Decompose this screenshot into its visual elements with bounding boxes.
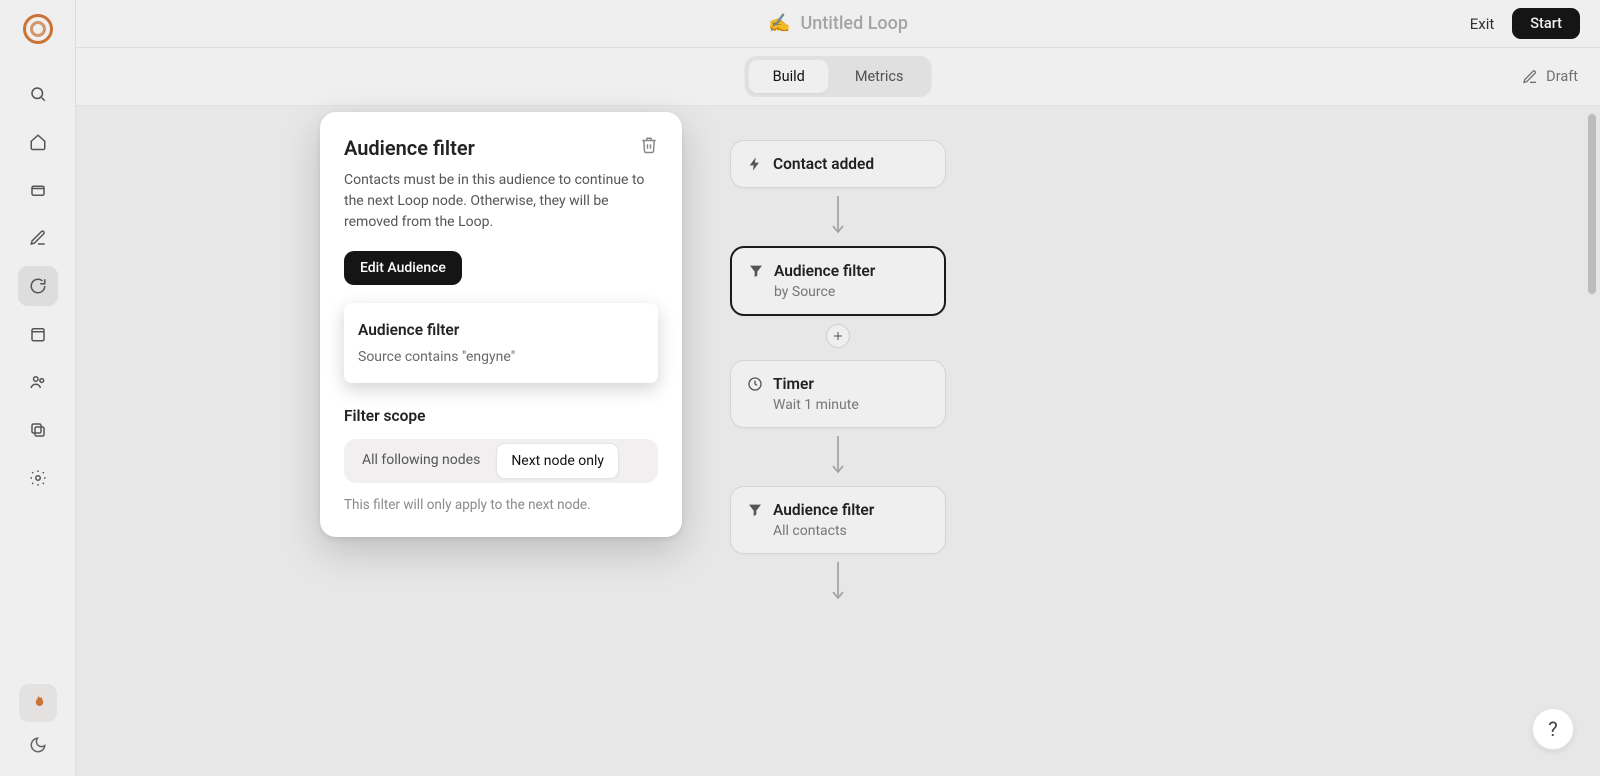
status-label: Draft [1546,68,1578,85]
status-indicator: Draft [1522,68,1578,85]
start-button[interactable]: Start [1512,8,1580,39]
page-title-wrap[interactable]: ✍️ Untitled Loop [768,13,908,34]
node-audience-filter-all[interactable]: Audience filter All contacts [730,486,946,554]
node-subtitle: Wait 1 minute [773,397,929,413]
search-icon [29,85,47,103]
delete-node-button[interactable] [640,136,658,158]
panel-title: Audience filter [344,136,475,160]
title-emoji: ✍️ [768,13,790,34]
node-subtitle: by Source [774,284,928,300]
nav-loops[interactable] [18,266,58,306]
copy-icon [29,421,47,439]
node-title: Audience filter [774,262,875,280]
calendar-icon [29,325,47,343]
filter-scope-hint: This filter will only apply to the next … [344,497,658,513]
audience-summary-card[interactable]: Audience filter Source contains "engyne" [344,303,658,383]
people-icon [29,373,47,391]
help-icon: ? [1548,717,1557,741]
flow-arrow [831,428,845,486]
trash-icon [640,136,658,154]
plus-icon [832,330,844,342]
sidebar [0,0,76,776]
moon-icon [29,736,47,754]
node-audience-filter-source[interactable]: Audience filter by Source [730,246,946,316]
nav-search[interactable] [18,74,58,114]
nav-copy[interactable] [18,410,58,450]
sub-header: Build Metrics Draft [76,48,1600,106]
filter-icon [747,502,763,518]
canvas-scrollbar[interactable] [1588,114,1596,768]
flow-arrow [831,188,845,246]
theme-toggle[interactable] [29,736,47,758]
node-settings-panel: Audience filter Contacts must be in this… [320,112,682,537]
nav-calendar[interactable] [18,314,58,354]
node-timer[interactable]: Timer Wait 1 minute [730,360,946,428]
nav-trending[interactable] [19,684,57,722]
panel-description: Contacts must be in this audience to con… [344,170,658,233]
page-title: Untitled Loop [800,13,907,34]
audience-summary-rule: Source contains "engyne" [358,349,644,365]
node-subtitle: All contacts [773,523,929,539]
node-title: Contact added [773,155,874,173]
add-node-button[interactable] [826,324,850,348]
nav-compose[interactable] [18,218,58,258]
scrollbar-thumb[interactable] [1588,114,1596,294]
canvas[interactable]: Contact added Audience filter by Source [76,106,1600,776]
node-contact-added[interactable]: Contact added [730,140,946,188]
audience-summary-title: Audience filter [358,321,644,339]
top-header: ✍️ Untitled Loop Exit Start [76,0,1600,48]
box-icon [29,181,47,199]
flow-column: Contact added Audience filter by Source [724,140,952,612]
refresh-icon [29,277,47,295]
tab-metrics[interactable]: Metrics [831,60,928,93]
tab-group: Build Metrics [745,56,932,97]
filter-scope-segmented: All following nodes Next node only [344,439,658,483]
clock-icon [747,376,763,392]
pencil-icon [29,229,47,247]
nav-box[interactable] [18,170,58,210]
fire-icon [29,694,47,712]
exit-button[interactable]: Exit [1470,15,1495,33]
filter-scope-title: Filter scope [344,407,658,425]
nav-people[interactable] [18,362,58,402]
app-logo[interactable] [23,14,53,44]
scope-next-only[interactable]: Next node only [496,443,619,479]
flow-arrow [831,554,845,612]
nav-settings[interactable] [18,458,58,498]
home-icon [29,133,47,151]
filter-icon [748,263,764,279]
node-title: Timer [773,375,814,393]
tab-build[interactable]: Build [749,60,829,93]
help-button[interactable]: ? [1532,708,1574,750]
edit-audience-button[interactable]: Edit Audience [344,251,462,285]
draft-icon [1522,69,1538,85]
node-title: Audience filter [773,501,874,519]
nav-home[interactable] [18,122,58,162]
bolt-icon [747,156,763,172]
gear-icon [29,469,47,487]
scope-all-following[interactable]: All following nodes [348,443,494,479]
